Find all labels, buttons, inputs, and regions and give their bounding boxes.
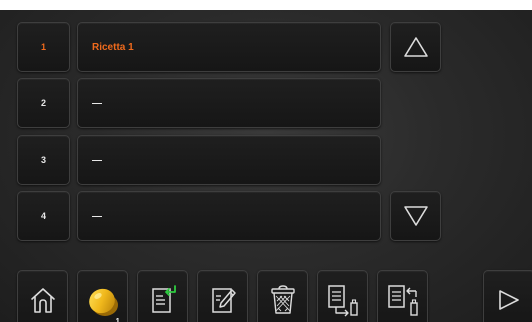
scroll-down-button[interactable]	[390, 191, 441, 241]
scroll-up-button[interactable]	[390, 22, 441, 72]
home-button[interactable]	[17, 270, 68, 322]
import-icon	[387, 285, 418, 316]
product-icon	[88, 288, 118, 316]
trash-icon	[270, 285, 295, 314]
recipe-name-1[interactable]: Ricetta 1	[77, 22, 381, 72]
new-recipe-button[interactable]	[137, 270, 188, 322]
play-icon	[499, 290, 519, 310]
edit-recipe-button[interactable]	[197, 270, 248, 322]
recipe-name-3[interactable]: —	[77, 135, 381, 185]
product-button[interactable]: 1	[77, 270, 128, 322]
start-button[interactable]	[483, 270, 532, 322]
recipe-name-4[interactable]: —	[77, 191, 381, 241]
import-button[interactable]	[377, 270, 428, 322]
recipe-number-2[interactable]: 2	[17, 78, 70, 128]
export-icon	[327, 285, 358, 317]
recipe-name-2[interactable]: —	[77, 78, 381, 128]
home-icon	[30, 288, 55, 313]
recipe-number-3[interactable]: 3	[17, 135, 70, 185]
screen: 1 Ricetta 1 2 — 3 — 4 — 1	[0, 10, 532, 322]
export-button[interactable]	[317, 270, 368, 322]
triangle-up-icon	[403, 37, 428, 57]
recipe-number-1[interactable]: 1	[17, 22, 70, 72]
delete-recipe-button[interactable]	[257, 270, 308, 322]
recipe-number-4[interactable]: 4	[17, 191, 70, 241]
edit-file-icon	[211, 288, 236, 313]
triangle-down-icon	[403, 206, 428, 226]
new-file-icon	[151, 285, 176, 313]
product-count-badge: 1	[115, 317, 120, 322]
